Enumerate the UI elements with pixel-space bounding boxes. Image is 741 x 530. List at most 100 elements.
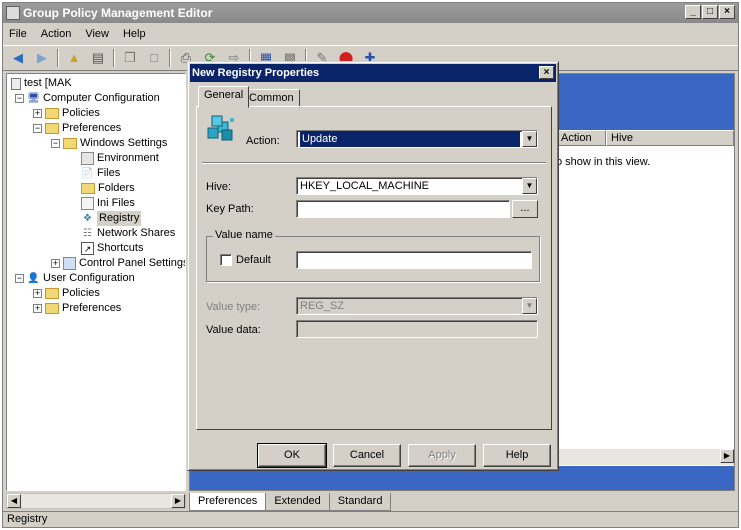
hive-label: Hive: xyxy=(206,181,232,193)
collapse-icon[interactable]: − xyxy=(33,124,42,133)
folder-icon xyxy=(45,108,59,119)
value-name-group-title: Value name xyxy=(213,229,275,241)
network-share-icon: ☷ xyxy=(83,228,92,239)
value-data-label: Value data: xyxy=(206,324,261,336)
folder-icon xyxy=(81,183,95,194)
action-value: Update xyxy=(300,131,520,147)
window-title: Group Policy Management Editor xyxy=(23,6,213,20)
apply-button[interactable]: Apply xyxy=(408,444,476,467)
view-tabs: Preferences Extended Standard xyxy=(189,493,392,511)
console-tree[interactable]: test [MAK − 🖥 Computer Configuration + P… xyxy=(6,73,186,491)
dropdown-arrow-icon[interactable]: ▼ xyxy=(522,178,537,194)
hive-combobox[interactable]: HKEY_LOCAL_MACHINE ▼ xyxy=(296,177,538,195)
tree-item-computer-configuration[interactable]: − 🖥 Computer Configuration xyxy=(15,91,160,106)
folder-icon xyxy=(45,123,59,134)
user-icon: 👤 xyxy=(27,273,40,284)
app-icon xyxy=(6,6,20,20)
hive-value: HKEY_LOCAL_MACHINE xyxy=(300,180,429,192)
value-name-input[interactable] xyxy=(296,251,532,269)
tree-item-user-configuration[interactable]: − 👤 User Configuration xyxy=(15,271,135,286)
environment-icon xyxy=(81,152,94,165)
ini-file-icon xyxy=(81,197,94,210)
tree-horizontal-scrollbar[interactable]: ◀ ▶ xyxy=(6,493,186,509)
column-header-hive[interactable]: Hive xyxy=(606,130,734,146)
collapse-icon[interactable]: − xyxy=(15,94,24,103)
tab-extended[interactable]: Extended xyxy=(265,493,330,511)
dialog-title-bar[interactable]: New Registry Properties × xyxy=(190,64,556,82)
copy-icon[interactable]: ❐ xyxy=(121,50,139,66)
tree-item-control-panel-settings[interactable]: + Control Panel Settings xyxy=(51,256,185,271)
value-type-value: REG_SZ xyxy=(300,300,345,312)
menu-view[interactable]: View xyxy=(85,28,109,40)
control-panel-icon xyxy=(63,257,76,270)
folder-icon xyxy=(45,288,59,299)
minimize-button[interactable]: _ xyxy=(685,5,701,19)
expand-icon[interactable]: + xyxy=(33,304,42,313)
show-tree-icon[interactable]: ▤ xyxy=(89,50,107,66)
help-button[interactable]: Help xyxy=(483,444,551,467)
divider xyxy=(202,162,546,164)
folder-icon xyxy=(63,138,77,149)
tab-general[interactable]: General xyxy=(198,86,250,108)
tree-item-user-preferences[interactable]: + Preferences xyxy=(33,301,121,316)
files-icon: 📄 xyxy=(81,168,94,179)
tree-item-ini-files[interactable]: Ini Files xyxy=(81,196,135,211)
scroll-right-icon[interactable]: ▶ xyxy=(171,494,185,508)
main-window: Group Policy Management Editor _ □ × Fil… xyxy=(2,2,739,528)
tree-item-registry[interactable]: ❖ Registry xyxy=(81,211,142,226)
tree-item-windows-settings[interactable]: − Windows Settings xyxy=(51,136,167,151)
scroll-right-icon[interactable]: ▶ xyxy=(720,449,734,463)
tab-preferences[interactable]: Preferences xyxy=(189,493,267,511)
key-path-label: Key Path: xyxy=(206,203,254,215)
registry-cubes-icon xyxy=(207,115,234,141)
tree-item-folders[interactable]: Folders xyxy=(81,181,135,196)
tree-item-network-shares[interactable]: ☷ Network Shares xyxy=(81,226,175,241)
column-header-action[interactable]: Action xyxy=(556,130,606,146)
dropdown-arrow-icon[interactable]: ▼ xyxy=(522,298,537,314)
up-folder-icon[interactable]: ▲ xyxy=(65,50,83,66)
tree-root[interactable]: test [MAK xyxy=(11,76,72,91)
cancel-button[interactable]: Cancel xyxy=(333,444,401,467)
tree-item-user-policies[interactable]: + Policies xyxy=(33,286,100,301)
dropdown-arrow-icon[interactable]: ▼ xyxy=(522,131,537,147)
back-arrow-icon[interactable]: ◀ xyxy=(9,50,27,66)
menu-help[interactable]: Help xyxy=(123,28,146,40)
expand-icon[interactable]: + xyxy=(33,289,42,298)
default-checkbox[interactable] xyxy=(220,254,232,266)
menu-action[interactable]: Action xyxy=(41,28,72,40)
collapse-icon[interactable]: − xyxy=(51,139,60,148)
value-data-input[interactable] xyxy=(296,320,538,338)
tree-item-environment[interactable]: Environment xyxy=(81,151,159,166)
shortcut-icon: ↗ xyxy=(81,242,94,255)
details-horizontal-scrollbar[interactable]: ▶ xyxy=(556,449,734,465)
action-label: Action: xyxy=(246,135,280,147)
tree-item-preferences[interactable]: − Preferences xyxy=(33,121,121,136)
dialog-close-button[interactable]: × xyxy=(539,66,554,79)
action-combobox[interactable]: Update ▼ xyxy=(296,130,538,148)
tree-item-files[interactable]: 📄 Files xyxy=(81,166,120,181)
menu-bar: File Action View Help xyxy=(3,24,738,44)
scroll-left-icon[interactable]: ◀ xyxy=(7,494,21,508)
tree-item-policies[interactable]: + Policies xyxy=(33,106,100,121)
status-bar: Registry xyxy=(3,511,738,527)
new-registry-properties-dialog: New Registry Properties × General Common… xyxy=(187,61,559,471)
paste-icon[interactable]: □ xyxy=(145,50,163,66)
computer-icon: 🖥 xyxy=(27,93,40,104)
expand-icon[interactable]: + xyxy=(33,109,42,118)
close-button[interactable]: × xyxy=(719,5,735,19)
tree-item-shortcuts[interactable]: ↗ Shortcuts xyxy=(81,241,143,256)
key-path-input[interactable] xyxy=(296,200,510,218)
empty-list-message: o show in this view. xyxy=(556,156,651,168)
folder-icon xyxy=(45,303,59,314)
title-bar[interactable]: Group Policy Management Editor _ □ × xyxy=(3,3,738,23)
default-label: Default xyxy=(236,254,271,266)
collapse-icon[interactable]: − xyxy=(15,274,24,283)
menu-file[interactable]: File xyxy=(9,28,27,40)
key-path-browse-button[interactable]: ... xyxy=(512,200,538,218)
tab-standard[interactable]: Standard xyxy=(328,493,392,511)
expand-icon[interactable]: + xyxy=(51,259,60,268)
forward-arrow-icon[interactable]: ▶ xyxy=(33,50,51,66)
maximize-button[interactable]: □ xyxy=(702,5,718,19)
value-type-combobox[interactable]: REG_SZ ▼ xyxy=(296,297,538,315)
ok-button[interactable]: OK xyxy=(257,443,327,468)
